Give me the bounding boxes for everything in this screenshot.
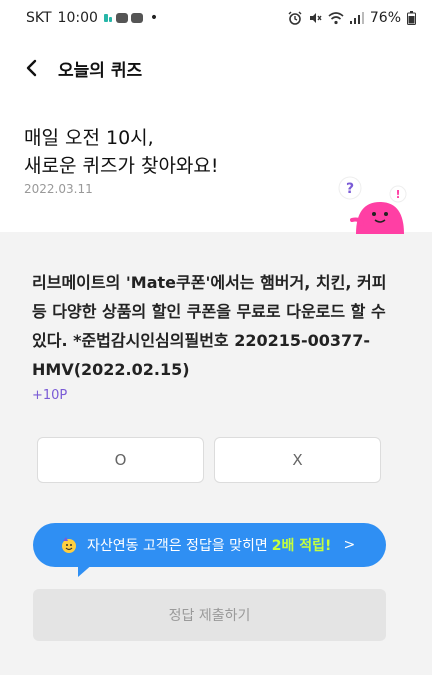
chevron-right-icon: > [343,537,356,553]
answer-o-button[interactable]: O [37,437,204,483]
wifi-icon [328,11,344,25]
notification-icons [103,12,144,24]
carrier-label: SKT [26,10,52,26]
submit-answer-button[interactable]: 정답 제출하기 [33,589,386,641]
svg-text:!: ! [395,188,400,201]
promo-highlight: 2배 적립! [271,538,332,554]
hero-section: 매일 오전 10시, 새로운 퀴즈가 찾아와요! 2022.03.11 ? ! [0,100,432,234]
speech-bubble-tail [78,563,94,577]
answer-x-button[interactable]: X [214,437,381,483]
promo-text: 자산연동 고객은 정답을 맞히면 [87,538,268,554]
hero-date: 2022.03.11 [24,182,93,196]
reward-points: +10P [32,388,68,403]
quiz-question: 리브메이트의 'Mate쿠폰'에서는 햄버거, 치킨, 커피 등 다양한 상품의… [32,273,387,379]
chevron-left-icon [26,59,37,77]
quiz-mascot-icon: ? ! [338,176,407,234]
celebration-emoji-icon [62,537,76,553]
alarm-icon [288,11,302,25]
battery-percent: 76% [369,10,401,26]
status-bar: SKT 10:00 • 76% [0,0,432,36]
hero-title: 매일 오전 10시, 새로운 퀴즈가 찾아와요! [24,127,219,177]
status-right: 76% [288,10,416,26]
status-left: SKT 10:00 • [26,10,158,26]
double-reward-banner[interactable]: 자산연동 고객은 정답을 맞히면 2배 적립! > [33,523,386,567]
battery-icon [407,11,416,25]
svg-text:?: ? [346,181,354,197]
status-dot: • [149,10,159,26]
mute-icon [308,11,322,25]
page-title: 오늘의 퀴즈 [58,60,143,81]
back-button[interactable] [18,55,44,81]
clock: 10:00 [57,10,98,26]
app-header: 오늘의 퀴즈 [0,36,432,100]
signal-icon [349,12,364,24]
